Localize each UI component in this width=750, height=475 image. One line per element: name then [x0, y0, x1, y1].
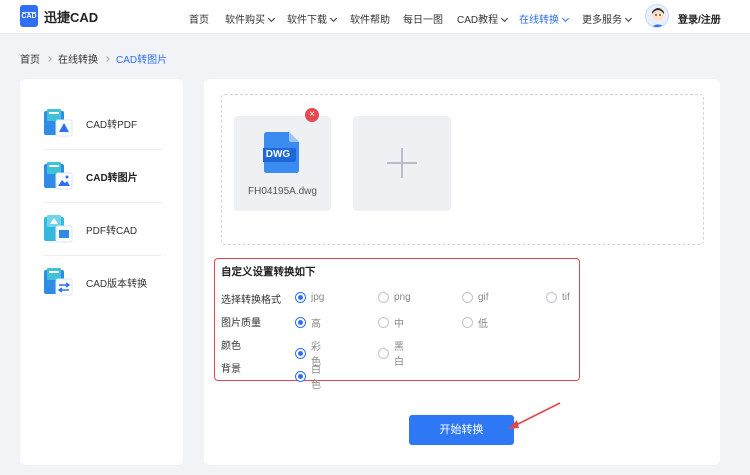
breadcrumb: 首页 在线转换 CAD转图片 [20, 51, 167, 66]
upload-drop-zone[interactable]: DWG FH04195A.dwg × [221, 94, 704, 245]
radio[interactable] [378, 292, 389, 303]
cad-version-icon [44, 268, 73, 296]
pointer-arrow-annotation [508, 402, 561, 429]
cad-logo-icon: CAD [20, 5, 38, 27]
format-label: 选择转换格式 [221, 294, 281, 306]
sidebar-item-label: PDF转CAD [86, 225, 138, 237]
chevron-right-icon [104, 55, 110, 62]
breadcrumb-home[interactable]: 首页 [20, 51, 40, 66]
nav-item-cad-tutorial[interactable]: CAD教程 [457, 11, 509, 26]
top-header: CAD 迅捷CAD 首页 软件购买 软件下载 软件帮助 每日一图 CAD教程 在… [0, 0, 750, 34]
sidebar-item-label: CAD转PDF [86, 119, 138, 131]
background-label: 背景 [221, 363, 241, 375]
format-option-png[interactable]: png [378, 292, 411, 303]
start-conversion-button[interactable]: 开始转换 [409, 415, 514, 445]
sidebar-item-cad-to-image[interactable]: CAD转图片 [44, 150, 161, 202]
cad-to-image-icon [44, 162, 73, 190]
quality-option-low[interactable]: 低 [462, 315, 488, 330]
conversion-panel: DWG FH04195A.dwg × 自定义设置转换如下 选择转换格式 jpg … [204, 79, 720, 465]
color-row: 颜色 彩色 黑白 [221, 336, 404, 369]
radio-checked[interactable] [295, 370, 306, 382]
nav-item-download[interactable]: 软件下载 [287, 11, 338, 26]
sidebar-item-pdf-to-cad[interactable]: PDF转CAD [44, 203, 161, 255]
radio-checked[interactable] [295, 292, 306, 303]
sidebar-item-cad-version[interactable]: CAD版本转换 [44, 256, 161, 308]
file-name: FH04195A.dwg [248, 186, 317, 197]
sidebar: CAD转PDF CAD转图片 PDF转CAD CAD版本转换 [20, 79, 183, 465]
chevron-down-icon [624, 14, 633, 23]
settings-title: 自定义设置转换如下 [221, 266, 316, 278]
chevron-down-icon [501, 14, 509, 23]
pdf-to-cad-icon [44, 215, 73, 243]
radio-checked[interactable] [295, 317, 306, 328]
color-label: 颜色 [221, 340, 241, 352]
breadcrumb-current: CAD转图片 [116, 55, 168, 66]
radio[interactable] [462, 292, 473, 303]
login-register-link[interactable]: 登录/注册 [678, 11, 721, 26]
brand-name: 迅捷CAD [44, 9, 99, 25]
sidebar-item-label: CAD版本转换 [86, 278, 148, 290]
radio[interactable] [462, 317, 473, 328]
brand-logo[interactable]: CAD 迅捷CAD [20, 5, 98, 27]
sidebar-item-cad-to-pdf[interactable]: CAD转PDF [44, 97, 161, 149]
nav-item-online-convert[interactable]: 在线转换 [519, 11, 570, 26]
nav-item-home[interactable]: 首页 [189, 11, 209, 26]
file-type-badge: DWG [265, 149, 291, 160]
uploaded-file-card: DWG FH04195A.dwg [234, 116, 331, 211]
quality-row: 图片质量 高 中 低 [221, 313, 488, 330]
format-option-jpg[interactable]: jpg [295, 292, 324, 303]
format-option-gif[interactable]: gif [462, 292, 489, 303]
quality-option-high[interactable]: 高 [295, 315, 321, 330]
add-file-button[interactable] [353, 116, 451, 211]
radio-checked[interactable] [295, 347, 306, 359]
nav-item-more-services[interactable]: 更多服务 [582, 11, 633, 26]
breadcrumb-online-convert[interactable]: 在线转换 [58, 51, 98, 66]
radio[interactable] [546, 292, 557, 303]
custom-settings-box: 自定义设置转换如下 选择转换格式 jpg png gif tif 图片质量 高 … [214, 258, 580, 392]
background-option-white[interactable]: 白色 [295, 361, 321, 391]
sidebar-item-label: CAD转图片 [86, 172, 138, 184]
format-option-tif[interactable]: tif [546, 292, 570, 303]
quality-label: 图片质量 [221, 317, 261, 329]
user-avatar-icon [651, 8, 665, 27]
chevron-down-icon [329, 14, 338, 23]
nav-item-help[interactable]: 软件帮助 [350, 11, 390, 26]
remove-file-button[interactable]: × [305, 108, 319, 122]
quality-option-medium[interactable]: 中 [378, 315, 404, 330]
format-row: 选择转换格式 jpg png gif tif [221, 290, 570, 306]
chevron-down-icon [267, 14, 276, 23]
chevron-down-icon [561, 14, 570, 23]
dwg-file-icon: DWG [260, 132, 301, 173]
nav-item-daily-drawing[interactable]: 每日一图 [403, 11, 443, 26]
color-option-bw[interactable]: 黑白 [378, 338, 404, 368]
background-row: 背景 白色 [221, 359, 321, 392]
cad-to-pdf-icon [44, 109, 73, 137]
avatar[interactable] [645, 4, 669, 28]
radio[interactable] [378, 317, 389, 328]
chevron-right-icon [46, 55, 52, 62]
radio[interactable] [378, 347, 389, 359]
nav-item-purchase[interactable]: 软件购买 [225, 11, 276, 26]
